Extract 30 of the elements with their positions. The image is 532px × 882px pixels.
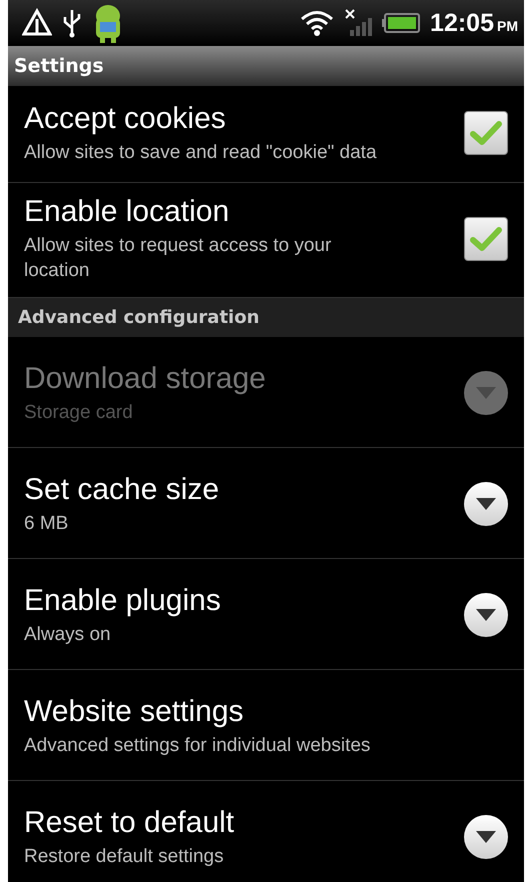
item-title: Set cache size [24, 472, 220, 506]
item-summary: Storage card [24, 400, 134, 424]
item-title: Download storage [24, 362, 267, 396]
wifi-icon [300, 9, 334, 37]
item-title: Accept cookies [24, 102, 227, 136]
usb-icon [62, 8, 82, 38]
settings-item[interactable]: Set cache size 6 MB [8, 448, 524, 559]
item-summary: Restore default settings [24, 844, 225, 868]
no-signal-icon [344, 8, 372, 38]
item-summary: 6 MB [24, 512, 70, 536]
item-summary: Advanced settings for individual websites [24, 734, 372, 758]
checkbox[interactable] [464, 217, 508, 261]
clock-time: 12:05 [430, 8, 494, 36]
title-bar: Settings [8, 46, 524, 86]
checkbox[interactable] [464, 111, 508, 155]
settings-item[interactable]: Website settings Advanced settings for individual websites [8, 670, 524, 781]
clock-meridiem: PM [497, 18, 518, 34]
settings-item[interactable]: Accept cookies Allow sites to save and read "cookie" data [8, 86, 524, 183]
item-title: Enable plugins [24, 584, 222, 618]
battery-icon [382, 13, 420, 33]
section-header: Advanced configuration [8, 298, 524, 337]
item-title: Website settings [24, 694, 245, 728]
settings-item[interactable]: Enable plugins Always on [8, 559, 524, 670]
warning-icon [22, 8, 52, 38]
item-title: Reset to default [24, 806, 236, 840]
item-summary: Allow sites to save and read "cookie" data [24, 140, 378, 164]
item-title: Enable location [24, 195, 230, 229]
settings-item[interactable]: Reset to default Restore default settings [8, 781, 524, 882]
item-summary: Allow sites to request access to your location [24, 234, 332, 283]
item-summary: Always on [24, 622, 112, 646]
